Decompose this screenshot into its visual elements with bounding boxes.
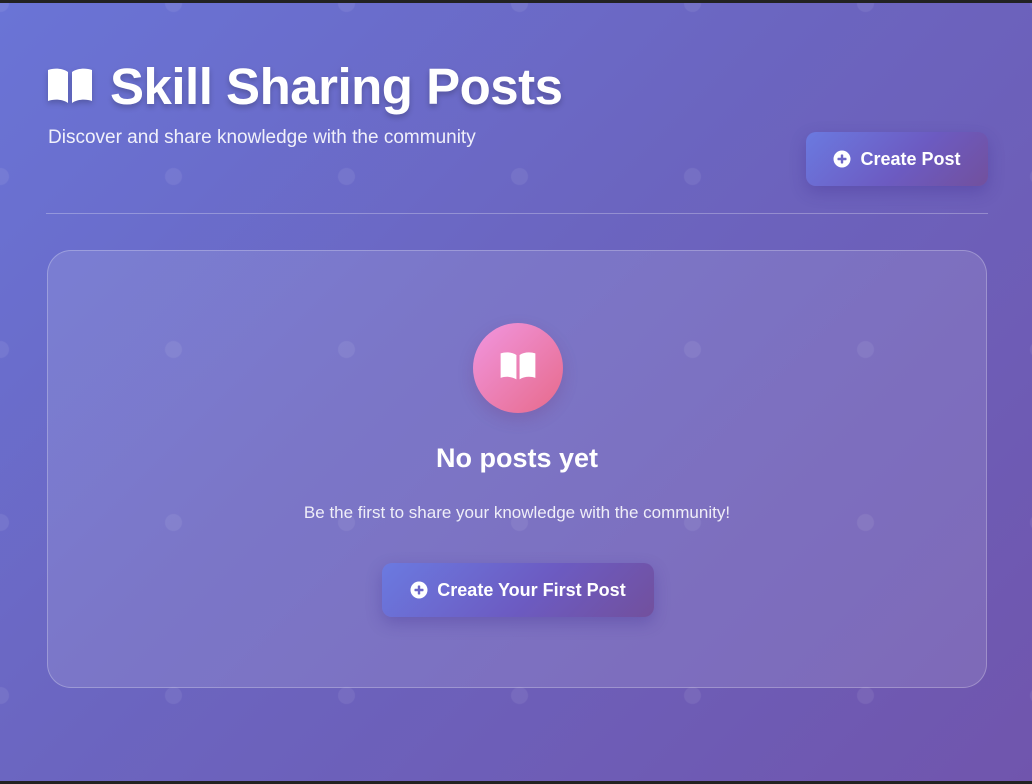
book-open-icon — [46, 67, 94, 105]
page-background: Skill Sharing Posts Discover and share k… — [0, 3, 1032, 781]
create-post-button[interactable]: Create Post — [806, 132, 988, 186]
empty-state-card: No posts yet Be the first to share your … — [47, 250, 987, 688]
create-first-post-button[interactable]: Create Your First Post — [382, 563, 654, 617]
plus-circle-icon — [410, 581, 428, 599]
page-subtitle: Discover and share knowledge with the co… — [48, 127, 476, 148]
page-title: Skill Sharing Posts — [110, 57, 563, 115]
create-post-button-label: Create Post — [860, 148, 961, 169]
title-row: Skill Sharing Posts — [46, 55, 988, 117]
book-open-icon — [499, 351, 537, 386]
empty-state-title: No posts yet — [435, 443, 599, 473]
empty-state-message: Be the first to share your knowledge wit… — [303, 503, 731, 522]
empty-state-icon-badge — [473, 323, 563, 413]
create-first-post-button-label: Create Your First Post — [437, 579, 626, 600]
plus-circle-icon — [833, 150, 851, 168]
header-divider — [46, 213, 988, 214]
page-header: Skill Sharing Posts Discover and share k… — [46, 55, 988, 148]
